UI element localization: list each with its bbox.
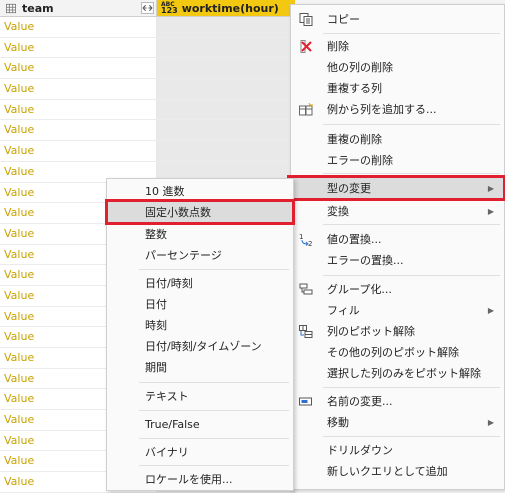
cell-worktime[interactable] (157, 99, 295, 120)
cell-worktime[interactable] (157, 79, 295, 99)
type-item-whole[interactable]: 整数 (107, 224, 293, 244)
type-item-using-locale[interactable]: ロケールを使用... (107, 469, 293, 489)
copy-icon (299, 13, 313, 26)
type-item-time[interactable]: 時刻 (107, 315, 293, 335)
menu-divider (323, 275, 500, 276)
cell-worktime[interactable] (157, 141, 295, 161)
cell-worktime[interactable] (157, 17, 295, 37)
menu-item-unpivot-others[interactable]: その他の列のピボット解除 (291, 342, 504, 362)
table-row[interactable]: Value (0, 37, 295, 59)
type-item-datetime[interactable]: 日付/時刻 (107, 273, 293, 293)
column-name-worktime: worktime(hour) (181, 1, 279, 15)
column-from-examples-icon (299, 103, 313, 116)
cell-team[interactable]: Value (0, 79, 157, 99)
submenu-arrow-icon: ▶ (487, 206, 494, 216)
type-item-datetimezone[interactable]: 日付/時刻/タイムゾーン (107, 336, 293, 356)
menu-item-add-as-new-query[interactable]: 新しいクエリとして追加 (291, 461, 504, 481)
column-header-team[interactable]: team (0, 0, 157, 17)
split-arrows-icon[interactable] (141, 2, 154, 14)
submenu-arrow-icon: ▶ (487, 305, 494, 315)
menu-item-fill[interactable]: フィル ▶ (291, 300, 504, 320)
menu-divider (323, 436, 500, 437)
menu-divider (323, 33, 500, 34)
svg-text:1: 1 (299, 233, 303, 241)
cell-worktime[interactable] (157, 58, 295, 79)
menu-item-delete-others[interactable]: 他の列の削除 (291, 57, 504, 77)
type-item-date[interactable]: 日付 (107, 294, 293, 314)
type-item-decimal[interactable]: 10 進数 (107, 181, 293, 201)
menu-item-remove-errors[interactable]: エラーの削除 (291, 150, 504, 170)
type-item-truefalse[interactable]: True/False (107, 414, 293, 434)
table-row[interactable]: Value (0, 58, 295, 80)
table-row[interactable]: Value (0, 99, 295, 121)
menu-item-unpivot-selected[interactable]: 選択した列のみをピボット解除 (291, 363, 504, 383)
submenu-arrow-icon: ▶ (487, 183, 494, 193)
menu-item-remove-duplicates[interactable]: 重複の削除 (291, 129, 504, 149)
menu-item-transform[interactable]: 変換 ▶ (291, 201, 504, 221)
cell-team[interactable]: Value (0, 120, 157, 141)
type-item-binary[interactable]: バイナリ (107, 442, 293, 462)
unpivot-icon (299, 325, 313, 338)
type-item-percentage[interactable]: パーセンテージ (107, 245, 293, 265)
table-row[interactable]: Value (0, 17, 295, 38)
menu-item-copy[interactable]: コピー (291, 9, 504, 29)
type-item-fixed-decimal[interactable]: 固定小数点数 (105, 199, 295, 225)
menu-divider (139, 410, 289, 411)
table-icon[interactable] (6, 3, 16, 14)
delete-x-icon (300, 40, 312, 53)
cell-team[interactable]: Value (0, 99, 157, 120)
column-header-worktime[interactable]: ABC 123 worktime(hour) (157, 0, 295, 17)
menu-item-change-type[interactable]: 型の変更 ▶ (287, 175, 505, 201)
menu-item-unpivot[interactable]: 列のピボット解除 (291, 321, 504, 341)
cell-team[interactable]: Value (0, 141, 157, 161)
menu-divider (323, 124, 500, 125)
svg-text:2: 2 (308, 240, 312, 246)
cell-worktime[interactable] (157, 37, 295, 58)
cell-team[interactable]: Value (0, 58, 157, 79)
menu-item-add-from-examples[interactable]: 例から列を追加する... (291, 99, 504, 119)
menu-divider (139, 382, 289, 383)
group-by-icon (299, 283, 313, 295)
cell-team[interactable]: Value (0, 17, 157, 37)
menu-divider (139, 465, 289, 466)
table-row[interactable]: Value (0, 141, 295, 162)
menu-item-delete[interactable]: 削除 (291, 36, 504, 56)
menu-item-rename[interactable]: 名前の変更... (291, 391, 504, 411)
cell-worktime[interactable] (157, 120, 295, 141)
rename-icon (299, 397, 312, 406)
cell-team[interactable]: Value (0, 37, 157, 58)
replace-values-icon: 1 2 (299, 233, 312, 246)
menu-divider (323, 387, 500, 388)
submenu-arrow-icon: ▶ (487, 417, 494, 427)
menu-item-move[interactable]: 移動 ▶ (291, 412, 504, 432)
menu-item-replace-values[interactable]: 1 2 値の置換... (291, 229, 504, 249)
menu-divider (323, 173, 500, 174)
column-name-team: team (22, 1, 54, 15)
menu-item-group-by[interactable]: グループ化... (291, 279, 504, 299)
menu-item-drill-down[interactable]: ドリルダウン (291, 440, 504, 460)
type-any-icon[interactable]: ABC 123 (161, 2, 178, 15)
menu-divider (139, 269, 289, 270)
menu-item-duplicate[interactable]: 重複する列 (291, 78, 504, 98)
table-row[interactable]: Value (0, 120, 295, 142)
change-type-submenu: 10 進数 固定小数点数 整数 パーセンテージ 日付/時刻 日付 時刻 日付/時… (105, 178, 295, 491)
table-row[interactable]: Value (0, 79, 295, 100)
column-context-menu: コピー 削除 他の列の削除 重複する列 例から列を追加する... 重複の削除 エ… (287, 4, 505, 490)
menu-divider (323, 224, 500, 225)
menu-item-replace-errors[interactable]: エラーの置換... (291, 250, 504, 270)
menu-divider (139, 438, 289, 439)
type-item-duration[interactable]: 期間 (107, 357, 293, 377)
type-item-text[interactable]: テキスト (107, 386, 293, 406)
